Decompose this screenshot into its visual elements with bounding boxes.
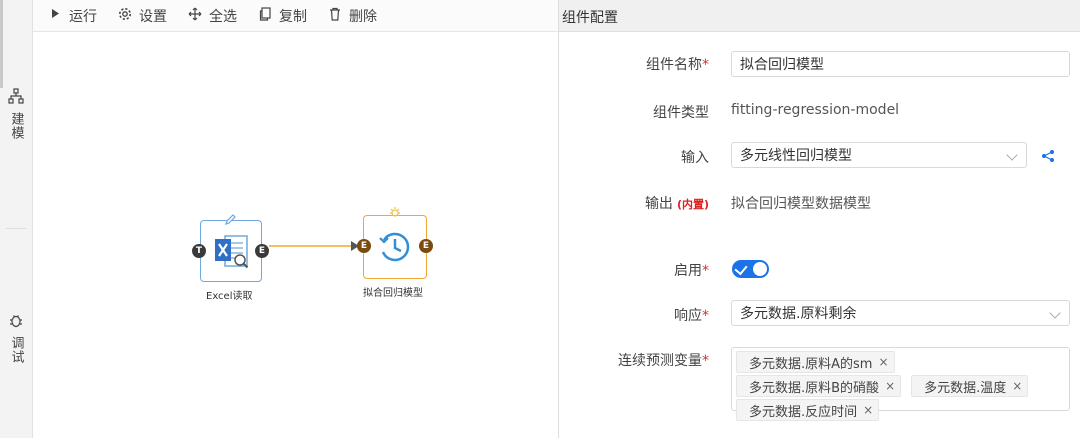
node-body[interactable] [363, 215, 427, 279]
excel-icon [213, 233, 251, 273]
input-port[interactable]: E [357, 239, 371, 253]
sidebar-item-modeling[interactable]: 建模 [0, 88, 32, 140]
delete-button-label: 删除 [349, 8, 377, 25]
select-all-button-label: 全选 [209, 8, 237, 25]
label-text: 输出 [644, 196, 673, 212]
name-field-label: 组件名称* [559, 54, 709, 74]
canvas-toolbar: 运行 设置 全选 复制 删除 [33, 0, 558, 32]
required-mark: * [702, 308, 709, 324]
predictor-tag: 多元数据.原料A的sm × [736, 351, 895, 373]
input-select[interactable]: 多元线性回归模型 [731, 142, 1027, 168]
node-label: Excel读取 [206, 291, 253, 302]
close-icon[interactable]: × [878, 355, 888, 369]
predictor-tag: 多元数据.原料B的硝酸 × [736, 375, 902, 397]
chevron-down-icon [1006, 149, 1018, 161]
builtin-badge: (内置) [676, 198, 709, 211]
output-field-label: 输出 (内置) [559, 193, 709, 213]
response-select[interactable]: 多元数据.原料剩余 [731, 300, 1070, 326]
tag-label: 多元数据.原料A的sm [749, 356, 873, 372]
output-port[interactable]: E [255, 244, 269, 258]
copy-icon [257, 6, 273, 25]
type-field-label: 组件类型 [653, 105, 709, 121]
workflow-canvas[interactable]: T E Excel读取 E E 拟合回归模型 [33, 32, 558, 438]
chevron-down-icon [1049, 307, 1061, 319]
input-value: 拟合回归模型 [740, 57, 824, 73]
bug-icon [8, 312, 24, 332]
close-icon[interactable]: × [885, 379, 895, 393]
check-icon [734, 261, 748, 276]
response-field-label: 响应* [559, 305, 709, 325]
select-value: 多元数据.原料剩余 [740, 306, 857, 322]
left-sidebar: 建模 调试 [0, 0, 33, 438]
edge-layer [269, 241, 359, 251]
settings-button[interactable]: 设置 [117, 6, 167, 26]
predictor-tag: 多元数据.反应时间 × [736, 399, 880, 421]
output-port[interactable]: E [419, 239, 433, 253]
label-text: 连续预测变量 [618, 353, 702, 369]
gear-icon [117, 7, 133, 25]
predictors-multiselect[interactable]: 多元数据.原料A的sm × 多元数据.原料B的硝酸 × 多元数据.温度 × 多元数据.… [731, 347, 1070, 421]
output-value: 拟合回归模型数据模型 [731, 196, 871, 212]
label-text: 组件名称 [646, 57, 702, 73]
component-name-input[interactable]: 拟合回归模型 [731, 51, 1070, 77]
play-icon [47, 8, 63, 23]
component-type-value: fitting-regression-model [731, 102, 900, 118]
tag-label: 多元数据.反应时间 [749, 404, 858, 420]
clock-icon [378, 230, 412, 268]
tag-label: 多元数据.原料B的硝酸 [749, 380, 880, 396]
sidebar-item-debug[interactable]: 调试 [0, 312, 32, 364]
config-panel-header: 组件配置 [559, 0, 1080, 32]
settings-button-label: 设置 [139, 8, 167, 25]
run-button[interactable]: 运行 [47, 6, 97, 26]
predictors-field-label: 连续预测变量* [559, 350, 709, 370]
copy-button[interactable]: 复制 [257, 6, 307, 26]
lightbulb-icon [388, 205, 402, 224]
predictor-tag: 多元数据.温度 × [911, 375, 1029, 397]
delete-button[interactable]: 删除 [327, 6, 377, 26]
select-all-button[interactable]: 全选 [187, 6, 237, 26]
close-icon[interactable]: × [1012, 379, 1022, 393]
copy-button-label: 复制 [279, 8, 307, 25]
panel-title: 组件配置 [562, 10, 618, 26]
run-button-label: 运行 [69, 8, 97, 25]
required-mark: * [702, 57, 709, 73]
label-text: 启用 [674, 263, 702, 279]
sidebar-divider [6, 228, 26, 229]
sidebar-item-label: 建模 [8, 112, 24, 140]
sidebar-scrollbar[interactable] [0, 0, 3, 88]
node-label: 拟合回归模型 [363, 288, 423, 299]
sitemap-icon [8, 88, 24, 108]
share-icon[interactable] [1041, 148, 1055, 167]
close-icon[interactable]: × [863, 403, 873, 417]
move-icon [187, 7, 203, 25]
required-mark: * [702, 353, 709, 369]
required-mark: * [702, 263, 709, 279]
toggle-knob [753, 262, 767, 276]
select-value: 多元线性回归模型 [740, 148, 852, 164]
input-field-label: 输入 [681, 150, 709, 166]
pencil-icon [224, 211, 237, 230]
enable-toggle[interactable] [732, 260, 769, 278]
tag-label: 多元数据.温度 [924, 380, 1007, 396]
input-port[interactable]: T [192, 244, 206, 258]
enable-field-label: 启用* [559, 260, 709, 280]
trash-icon [327, 7, 343, 25]
sidebar-item-label: 调试 [8, 336, 24, 364]
label-text: 响应 [674, 308, 702, 324]
